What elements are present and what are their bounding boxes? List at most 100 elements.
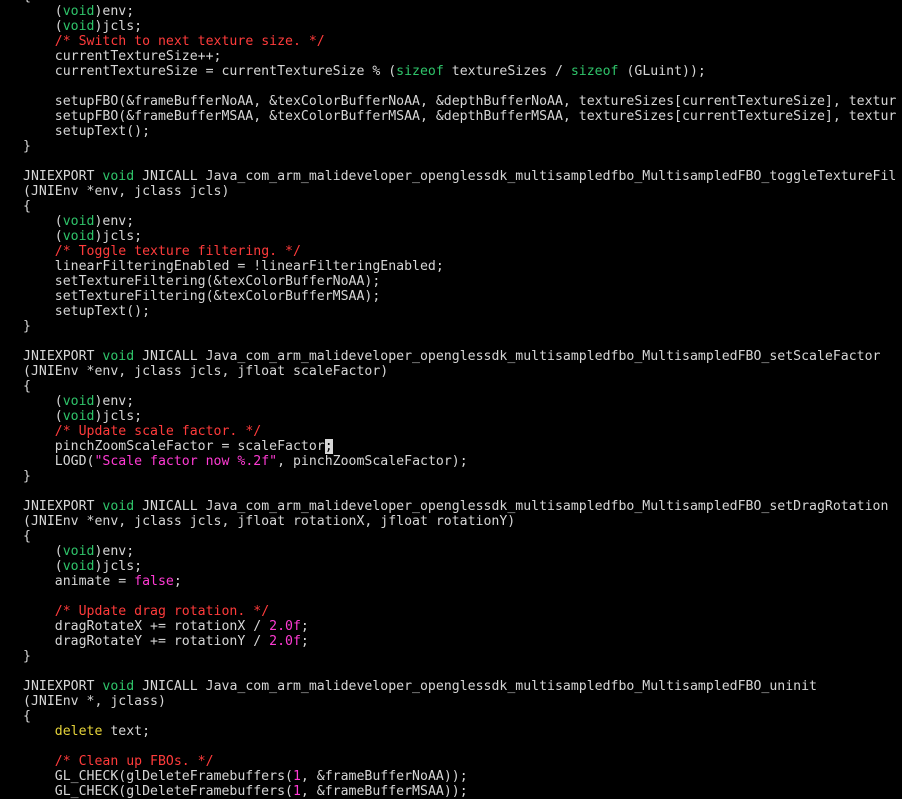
code-token-keyword: void: [102, 169, 135, 184]
code-token-plain: (GLuint));: [618, 64, 706, 79]
code-token-plain: JNIEXPORT: [23, 499, 103, 514]
code-line[interactable]: /* Clean up FBOs. */: [23, 754, 902, 769]
code-token-plain: JNICALL Java_com_arm_malideveloper_openg…: [134, 499, 889, 514]
code-token-plain: pinchZoomScaleFactor = scaleFactor: [23, 439, 325, 454]
code-line[interactable]: setupText();: [23, 304, 902, 319]
code-line[interactable]: [23, 154, 902, 169]
code-line[interactable]: JNIEXPORT void JNICALL Java_com_arm_mali…: [23, 169, 902, 184]
code-line[interactable]: setTextureFiltering(&texColorBufferNoAA)…: [23, 274, 902, 289]
code-token-plain: }: [23, 139, 31, 154]
code-token-statement: delete: [54, 724, 103, 739]
code-line[interactable]: (JNIEnv *env, jclass jcls, jfloat rotati…: [23, 514, 902, 529]
code-line[interactable]: (void)env;: [23, 4, 902, 19]
code-line[interactable]: delete text;: [23, 724, 902, 739]
code-line[interactable]: [23, 484, 902, 499]
code-line[interactable]: {: [23, 529, 902, 544]
code-token-plain: LOGD(: [23, 454, 95, 469]
code-token-plain: JNICALL Java_com_arm_malideveloper_openg…: [134, 679, 817, 694]
code-line[interactable]: dragRotateX += rotationX / 2.0f;: [23, 619, 902, 634]
code-line[interactable]: currentTextureSize = currentTextureSize …: [23, 64, 902, 79]
code-line[interactable]: [23, 334, 902, 349]
code-line[interactable]: GL_CHECK(glDeleteFramebuffers(1, &frameB…: [23, 769, 902, 784]
code-token-plain: JNIEXPORT: [23, 679, 103, 694]
code-line[interactable]: /* Toggle texture filtering. */: [23, 244, 902, 259]
code-area[interactable]: { (void)env; (void)jcls; /* Switch to ne…: [23, 0, 902, 799]
code-token-plain: setTextureFiltering(&texColorBufferMSAA)…: [23, 289, 381, 304]
code-line[interactable]: JNIEXPORT void JNICALL Java_com_arm_mali…: [23, 349, 902, 364]
code-token-keyword: void: [102, 679, 135, 694]
code-token-plain: )env;: [94, 394, 135, 409]
code-token-plain: dragRotateX += rotationX /: [23, 619, 270, 634]
code-token-plain: JNICALL Java_com_arm_malideveloper_openg…: [134, 349, 881, 364]
code-line[interactable]: /* Update scale factor. */: [23, 424, 902, 439]
code-line[interactable]: JNIEXPORT void JNICALL Java_com_arm_mali…: [23, 679, 902, 694]
code-line[interactable]: {: [23, 199, 902, 214]
code-line[interactable]: (void)jcls;: [23, 19, 902, 34]
code-line[interactable]: [23, 79, 902, 94]
code-token-plain: GL_CHECK(glDeleteFramebuffers(: [23, 769, 293, 784]
code-token-plain: (: [23, 229, 63, 244]
code-token-keyword: void: [62, 229, 95, 244]
code-line[interactable]: }: [23, 469, 902, 484]
code-line[interactable]: }: [23, 649, 902, 664]
code-line[interactable]: (JNIEnv *, jclass): [23, 694, 902, 709]
code-token-keyword: void: [62, 409, 95, 424]
code-line[interactable]: /* Switch to next texture size. */: [23, 34, 902, 49]
code-token-plain: JNIEXPORT: [23, 169, 103, 184]
code-token-plain: }: [23, 469, 31, 484]
code-token-keyword: void: [62, 544, 95, 559]
code-token-keyword: void: [62, 394, 95, 409]
code-token-plain: }: [23, 319, 31, 334]
code-line[interactable]: (void)env;: [23, 214, 902, 229]
code-token-keyword: void: [62, 19, 95, 34]
code-line[interactable]: (void)jcls;: [23, 229, 902, 244]
code-line[interactable]: (void)env;: [23, 394, 902, 409]
code-token-plain: setupText();: [23, 124, 151, 139]
code-line[interactable]: LOGD("Scale factor now %.2f", pinchZoomS…: [23, 454, 902, 469]
code-token-plain: (: [23, 4, 63, 19]
code-line[interactable]: }: [23, 139, 902, 154]
code-token-plain: setupText();: [23, 304, 151, 319]
code-line[interactable]: setTextureFiltering(&texColorBufferMSAA)…: [23, 289, 902, 304]
code-line[interactable]: [23, 664, 902, 679]
code-token-number: 1: [292, 769, 301, 784]
code-token-plain: JNICALL Java_com_arm_malideveloper_openg…: [134, 169, 897, 184]
code-line[interactable]: (JNIEnv *env, jclass jcls, jfloat scaleF…: [23, 364, 902, 379]
code-line[interactable]: (void)jcls;: [23, 409, 902, 424]
code-line[interactable]: (void)jcls;: [23, 559, 902, 574]
code-line[interactable]: setupFBO(&frameBufferMSAA, &texColorBuff…: [23, 109, 902, 124]
code-line[interactable]: {: [23, 379, 902, 394]
code-line[interactable]: {: [23, 709, 902, 724]
code-line[interactable]: GL_CHECK(glDeleteFramebuffers(1, &frameB…: [23, 784, 902, 799]
code-token-constant: false: [134, 574, 174, 589]
code-line[interactable]: dragRotateY += rotationY / 2.0f;: [23, 634, 902, 649]
code-token-plain: {: [23, 529, 31, 544]
code-token-plain: setupFBO(&frameBufferMSAA, &texColorBuff…: [23, 109, 897, 124]
code-token-plain: (: [23, 544, 63, 559]
code-token-plain: GL_CHECK(glDeleteFramebuffers(: [23, 784, 293, 799]
code-line[interactable]: JNIEXPORT void JNICALL Java_com_arm_mali…: [23, 499, 902, 514]
code-line[interactable]: [23, 739, 902, 754]
code-line[interactable]: setupFBO(&frameBufferNoAA, &texColorBuff…: [23, 94, 902, 109]
code-token-plain: JNIEXPORT: [23, 349, 103, 364]
code-line[interactable]: currentTextureSize++;: [23, 49, 902, 64]
code-line[interactable]: /* Update drag rotation. */: [23, 604, 902, 619]
code-line[interactable]: [23, 589, 902, 604]
code-line[interactable]: linearFilteringEnabled = !linearFilterin…: [23, 259, 902, 274]
code-line[interactable]: }: [23, 319, 902, 334]
code-line[interactable]: (void)env;: [23, 544, 902, 559]
code-token-comment: /* Toggle texture filtering. */: [54, 244, 301, 259]
code-editor[interactable]: { (void)env; (void)jcls; /* Switch to ne…: [0, 0, 902, 799]
code-token-plain: )jcls;: [94, 229, 143, 244]
code-token-plain: (JNIEnv *env, jclass jcls, jfloat scaleF…: [23, 364, 389, 379]
code-token-keyword: void: [62, 559, 95, 574]
code-token-plain: (: [23, 19, 63, 34]
code-line[interactable]: pinchZoomScaleFactor = scaleFactor;: [23, 439, 902, 454]
code-token-comment: /* Switch to next texture size. */: [54, 34, 325, 49]
code-line[interactable]: (JNIEnv *env, jclass jcls): [23, 184, 902, 199]
code-line[interactable]: animate = false;: [23, 574, 902, 589]
code-line[interactable]: setupText();: [23, 124, 902, 139]
